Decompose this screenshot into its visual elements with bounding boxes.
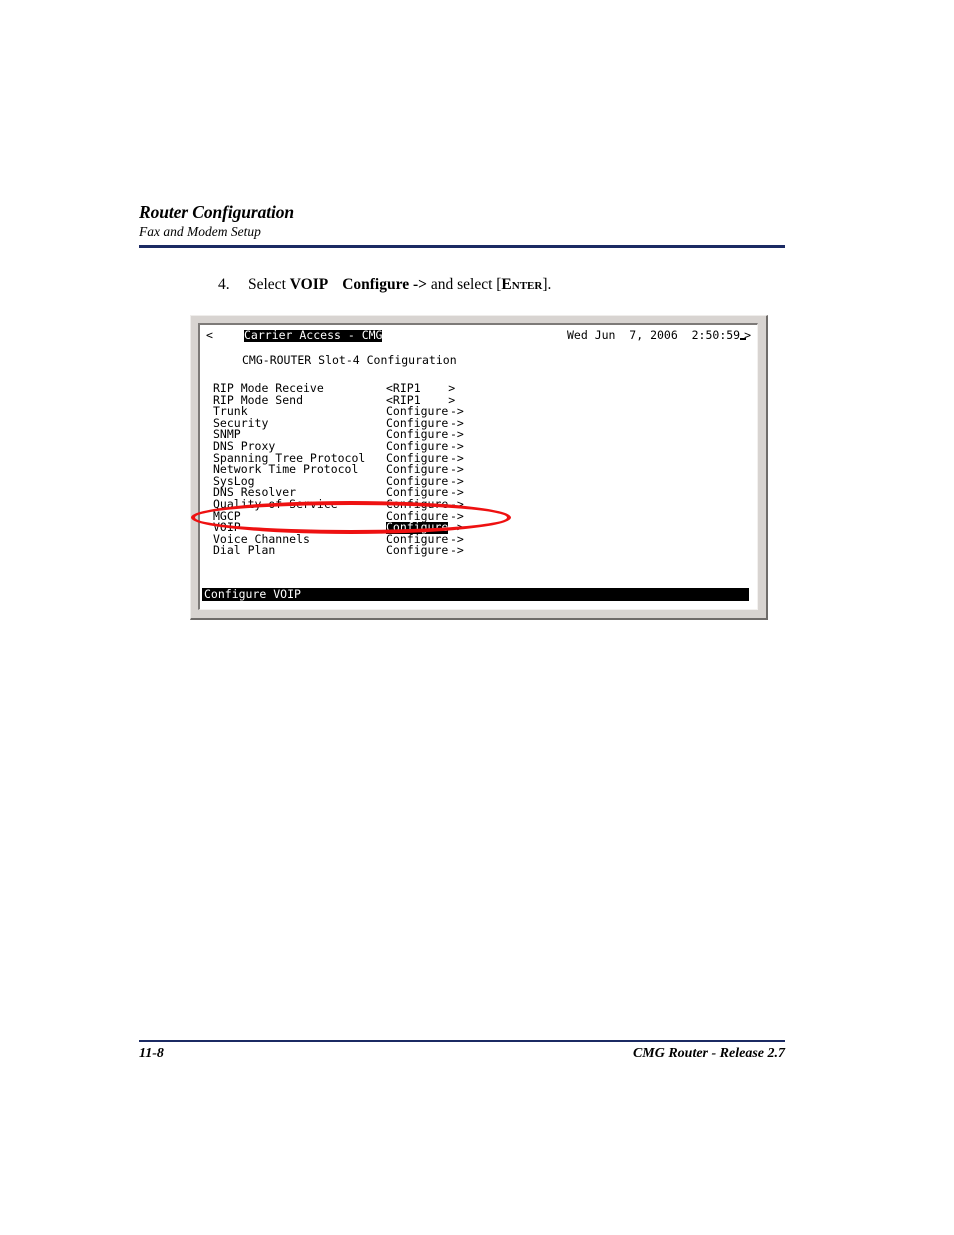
step-text-middle: and select [: [426, 276, 502, 293]
next-arrow-icon[interactable]: >: [744, 329, 751, 342]
step-action-configure: Configure ->: [342, 276, 427, 293]
step-target-voip: VOIP: [289, 276, 329, 293]
terminal-clock: Wed Jun 7, 2006 2:50:59: [567, 328, 747, 342]
terminal-menu-list: RIP Mode Receive <RIP1 > RIP Mode Send <…: [213, 382, 464, 558]
terminal-screen: < Carrier Access - CMG Wed Jun 7, 2006 2…: [200, 325, 757, 609]
step-text-before: Select: [248, 276, 290, 293]
footer-page-number: 11-8: [139, 1046, 164, 1061]
terminal-app-name: Carrier Access - CMG: [244, 328, 383, 342]
menu-item-arrow: ->: [450, 543, 464, 558]
step-number: 4.: [218, 276, 230, 293]
prev-arrow-icon[interactable]: <: [206, 329, 213, 342]
instruction-step: 4. Select VOIP Configure -> and select [En…: [218, 275, 551, 294]
step-key-enter: Enter: [501, 276, 543, 293]
page-subtitle: Fax and Modem Setup: [139, 224, 261, 240]
menu-row[interactable]: Dial Plan Configure ->: [213, 543, 464, 558]
page-header: Router Configuration Fax and Modem Setup: [139, 202, 785, 240]
menu-item-label: Dial Plan: [213, 543, 276, 558]
page-title: Router Configuration: [139, 202, 295, 222]
terminal-window-frame: < Carrier Access - CMG Wed Jun 7, 2006 2…: [190, 315, 768, 620]
footer-product-name: CMG Router - Release 2.7: [632, 1046, 785, 1061]
terminal-titlebar: < Carrier Access - CMG Wed Jun 7, 2006 2…: [200, 328, 757, 343]
header-divider: [139, 245, 785, 248]
terminal-window-inner: < Carrier Access - CMG Wed Jun 7, 2006 2…: [198, 323, 758, 610]
terminal-status-bar: Configure VOIP: [202, 588, 749, 601]
terminal-subtitle: CMG-ROUTER Slot-4 Configuration: [242, 353, 457, 367]
footer-divider: [139, 1040, 785, 1042]
step-text-after: ].: [542, 276, 552, 293]
terminal-clock-text: Wed Jun 7, 2006 2:50:59: [567, 328, 741, 342]
menu-item-value[interactable]: Configure: [386, 545, 448, 557]
